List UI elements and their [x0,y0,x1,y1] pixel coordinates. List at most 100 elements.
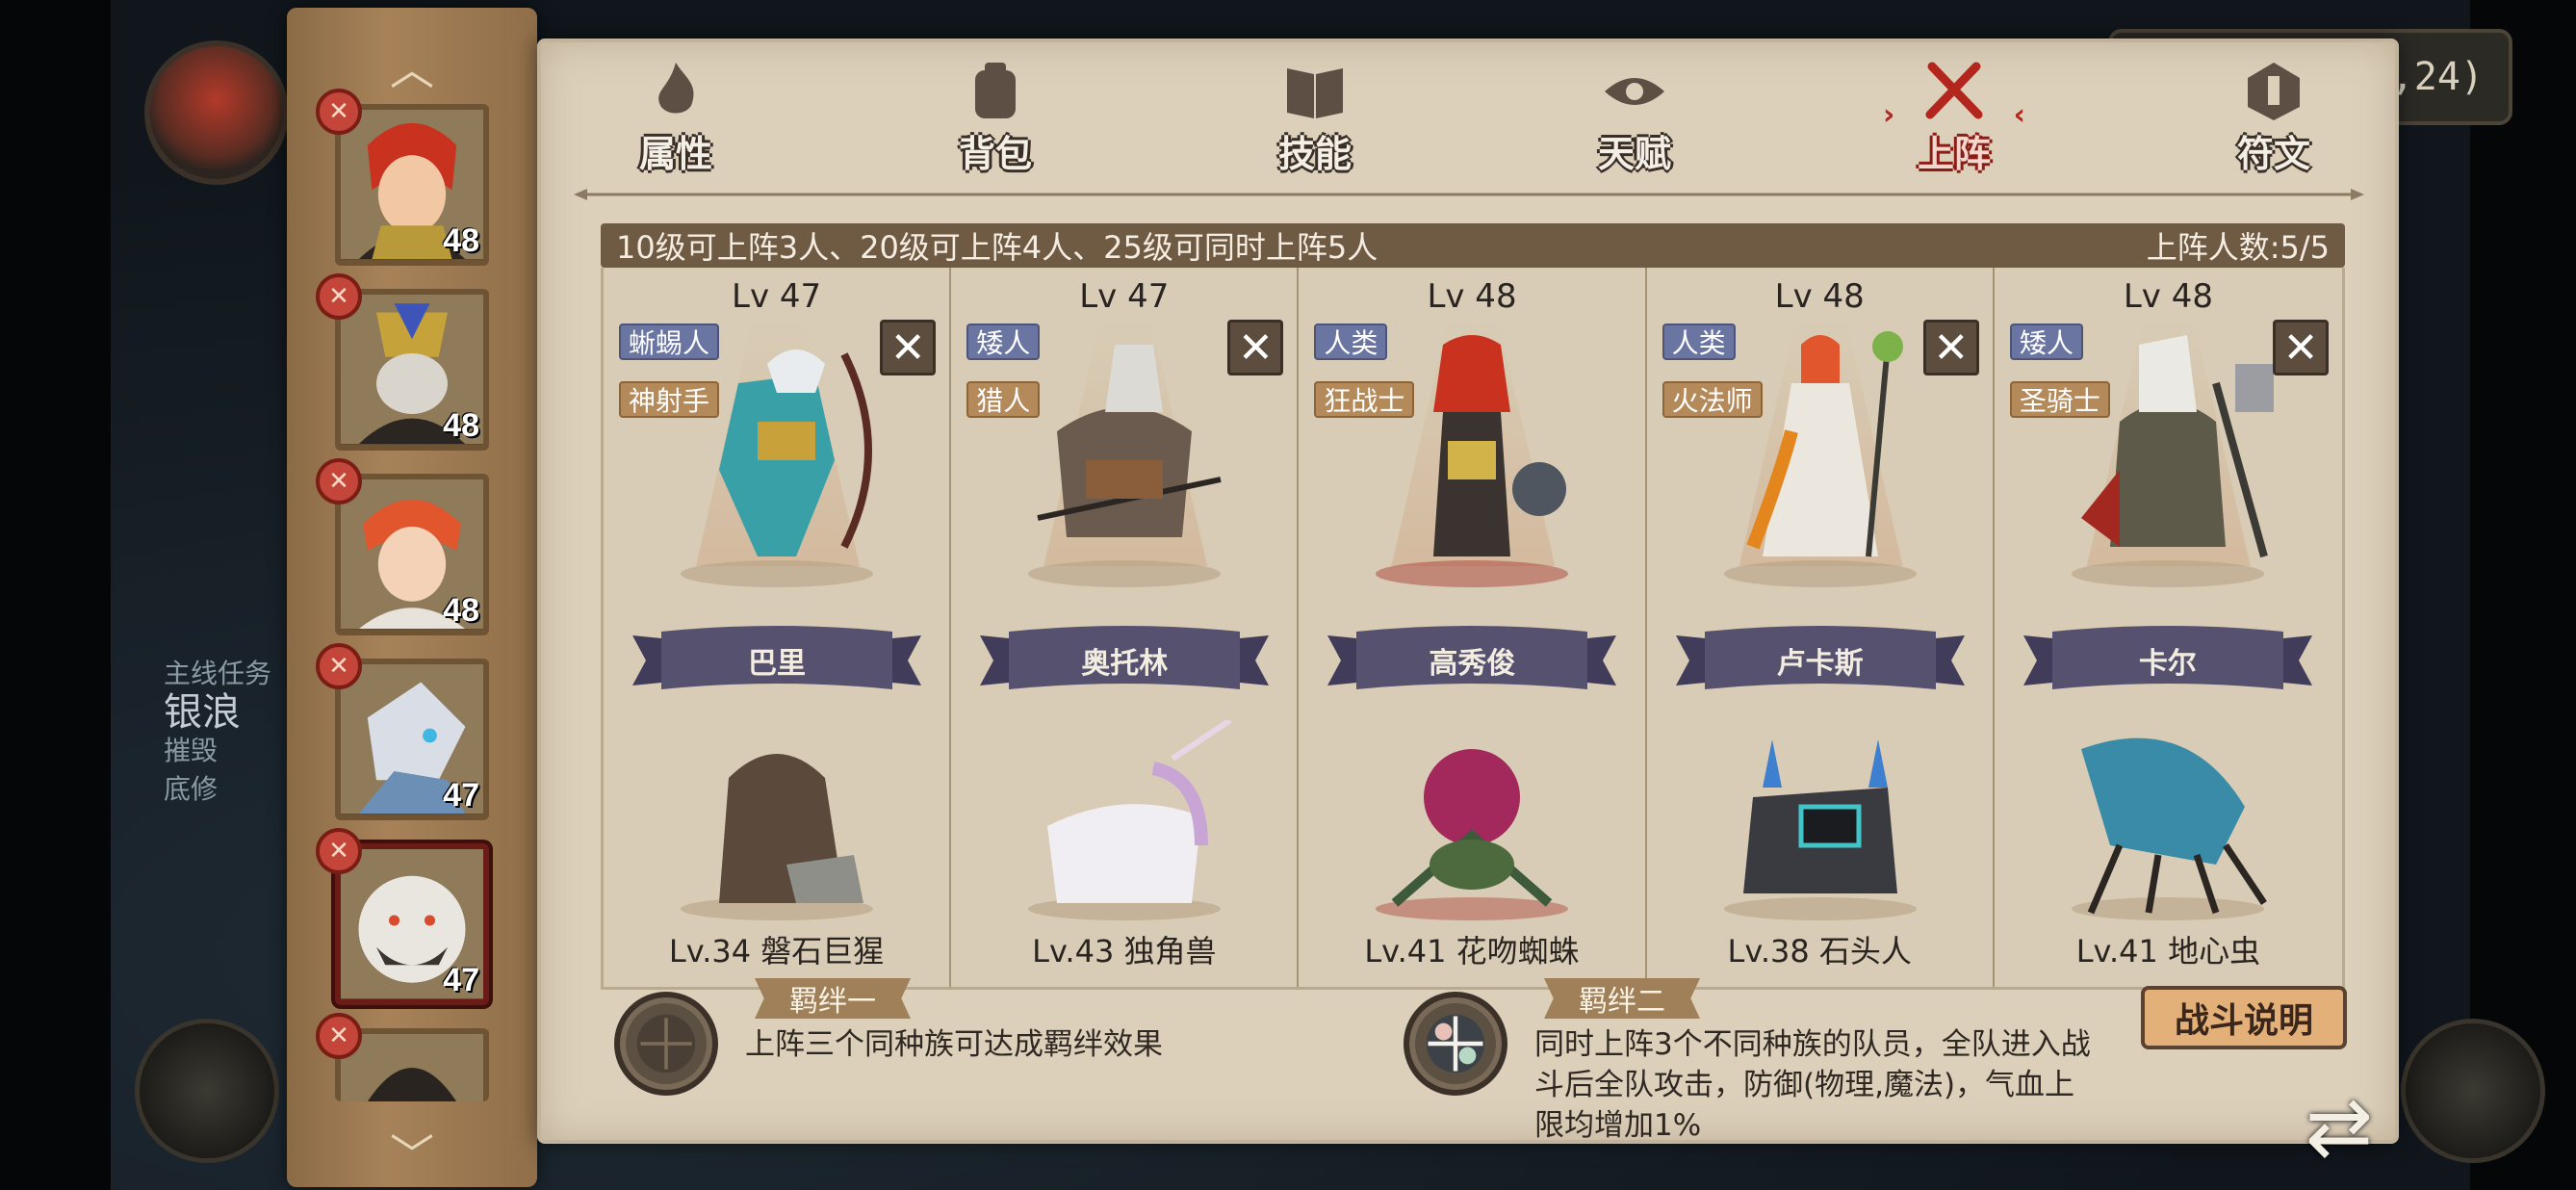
role-badge-icon: ✕ [316,273,362,320]
backpack-icon [975,63,1016,118]
role-badge-icon: ✕ [316,828,362,874]
battle-info-button[interactable]: 战斗说明 [2141,986,2347,1049]
swap-icon[interactable]: ⇄ [2281,1074,2397,1179]
hero-level: Lv 48 [1427,277,1517,316]
chevron-right-icon: ‹ [2013,98,2025,132]
eye-icon [1605,78,1664,105]
letterbox-left [0,0,111,1190]
remove-hero-button[interactable]: ✕ [880,320,937,375]
role-badge-icon: ✕ [316,1013,362,1059]
class-tag: 神射手 [619,381,720,418]
lineup-slot-5[interactable]: Lv 48 矮人 圣骑士 ✕ 卡尔 Lv.41 地心虫 [1995,268,2342,987]
lineup-slot-2[interactable]: Lv 47 矮人 猎人 ✕ 奥托林 Lv.43 独角兽 [951,268,1300,987]
race-tag: 人类 [1314,323,1388,360]
pet-sprite [2071,737,2267,920]
roster-level: 47 [443,777,479,814]
class-tag: 圣骑士 [2009,381,2110,418]
tab-label: 背包 [958,133,1032,175]
crossed-swords-icon [1925,62,1983,119]
lineup-slot-1[interactable]: Lv 47 蜥蜴人 神射手 ✕ 巴里 Lv.34 磐石巨猩 [604,268,952,987]
hero-portrait [341,1034,483,1101]
hero-sprite [2071,335,2274,587]
hero-name: 奥托林 [1081,647,1169,681]
scroll-down-icon[interactable]: ﹀ [383,1133,441,1177]
hero-sprite [1028,345,1222,587]
tab-label: 符文 [2236,133,2310,175]
role-badge-icon: ✕ [316,643,362,689]
pet-sprite [1723,739,1917,920]
lineup-slots: Lv 47 蜥蜴人 神射手 ✕ 巴里 Lv.34 磐石巨猩 Lv 47 矮人 猎… [601,268,2345,990]
home-button[interactable] [2401,1019,2545,1163]
quest-tracker[interactable]: 主线任务 银浪 摧毁 底修 [164,655,271,809]
tab-bar: 属性 背包 技能 天赋 › ‹ 上阵 符文 [580,52,2370,177]
quest-title: 主线任务 [164,658,272,689]
map-button[interactable] [135,1019,279,1163]
remove-hero-button[interactable]: ✕ [1227,320,1284,375]
race-tag: 蜥蜴人 [619,323,720,360]
hero-sprite [1723,331,1917,587]
lineup-slot-3[interactable]: Lv 48 人类 狂战士 高秀俊 Lv.41 花吻蜘蛛 [1299,268,1647,987]
bond-description: 同时上阵3个不同种族的队员，全队进入战斗后全队攻击，防御(物理,魔法)，气血上限… [1534,1027,2091,1143]
lineup-count: 上阵人数:5/5 [2146,229,2330,266]
pet-label: Lv.43 独角兽 [1032,933,1217,970]
hero-sprite [1376,335,1569,587]
roster-hero-4[interactable]: 47 [335,659,489,820]
tab-attributes[interactable]: 属性 [580,52,772,177]
hero-sprite [681,349,873,587]
remove-hero-button[interactable]: ✕ [1922,320,1979,375]
tab-talent[interactable]: 天赋 [1538,52,1731,177]
hero-name: 卡尔 [2138,647,2197,681]
hero-roster[interactable]: ︿ 48 ✕ 48 ✕ 48 ✕ 47 ✕ 47 ✕ ✕ ﹀ [287,8,537,1187]
quest-line-1: 摧毁 [164,735,219,766]
quest-line-2: 底修 [164,773,219,805]
tab-backpack[interactable]: 背包 [899,52,1092,177]
lineup-panel: 属性 背包 技能 天赋 › ‹ 上阵 符文 10级可上阵3人、20级可上阵4人、… [537,39,2399,1144]
bond-emblem-icon [1404,992,1507,1096]
flame-icon [658,63,694,114]
hero-name: 卢卡斯 [1776,647,1864,681]
roster-hero-2[interactable]: 48 [335,289,489,451]
hero-level: Lv 48 [1774,277,1865,316]
lineup-slot-4[interactable]: Lv 48 人类 火法师 ✕ 卢卡斯 Lv.38 石头人 [1647,268,1995,987]
bond-emblem-icon [614,992,718,1096]
hero-name: 高秀俊 [1429,647,1516,681]
tab-skills[interactable]: 技能 [1219,52,1411,177]
class-tag: 火法师 [1662,381,1763,418]
pet-sprite [1376,749,1569,920]
roster-hero-3[interactable]: 48 [335,474,489,635]
tab-divider [574,189,2364,200]
pet-label: Lv.34 磐石巨猩 [668,933,885,970]
remove-hero-button[interactable]: ✕ [2273,320,2329,375]
roster-hero-1[interactable]: 48 [335,104,489,266]
pet-label: Lv.41 花吻蜘蛛 [1364,933,1580,970]
tab-label: 天赋 [1597,133,1671,175]
pet-label: Lv.41 地心虫 [2075,933,2261,970]
lineup-rule-text: 10级可上阵3人、20级可上阵4人、25级可同时上阵5人 [616,229,1378,266]
scroll-up-icon[interactable]: ︿ [383,47,441,91]
roster-hero-5[interactable]: 47 [335,843,489,1005]
tab-label: 上阵 [1917,133,1991,175]
race-tag: 矮人 [2009,323,2083,360]
pet-label: Lv.38 石头人 [1727,933,1912,970]
book-icon [1287,68,1343,118]
roster-level: 48 [443,222,479,259]
bond-one: 羁绊一 上阵三个同种族可达成羁绊效果 [614,976,1288,1121]
race-tag: 矮人 [966,323,1041,360]
tab-runes[interactable]: 符文 [2177,52,2370,177]
bond-title: 羁绊二 [1544,978,1700,1019]
roster-level: 48 [443,407,479,444]
tab-label: 属性 [638,133,712,175]
player-avatar[interactable] [144,40,289,185]
lineup-info-bar: 10级可上阵3人、20级可上阵4人、25级可同时上阵5人 上阵人数:5/5 [601,223,2345,268]
hero-level: Lv 48 [2123,277,2213,316]
tab-lineup[interactable]: › ‹ 上阵 [1858,52,2050,177]
bond-description: 上阵三个同种族可达成羁绊效果 [745,1027,1163,1062]
letterbox-right [2470,0,2576,1190]
rune-icon [2248,63,2300,120]
hero-level: Lv 47 [732,277,822,316]
chevron-left-icon: › [1883,98,1895,132]
class-tag: 狂战士 [1314,381,1415,418]
race-tag: 人类 [1662,323,1736,360]
class-tag: 猎人 [966,381,1041,418]
roster-level: 47 [443,962,479,998]
